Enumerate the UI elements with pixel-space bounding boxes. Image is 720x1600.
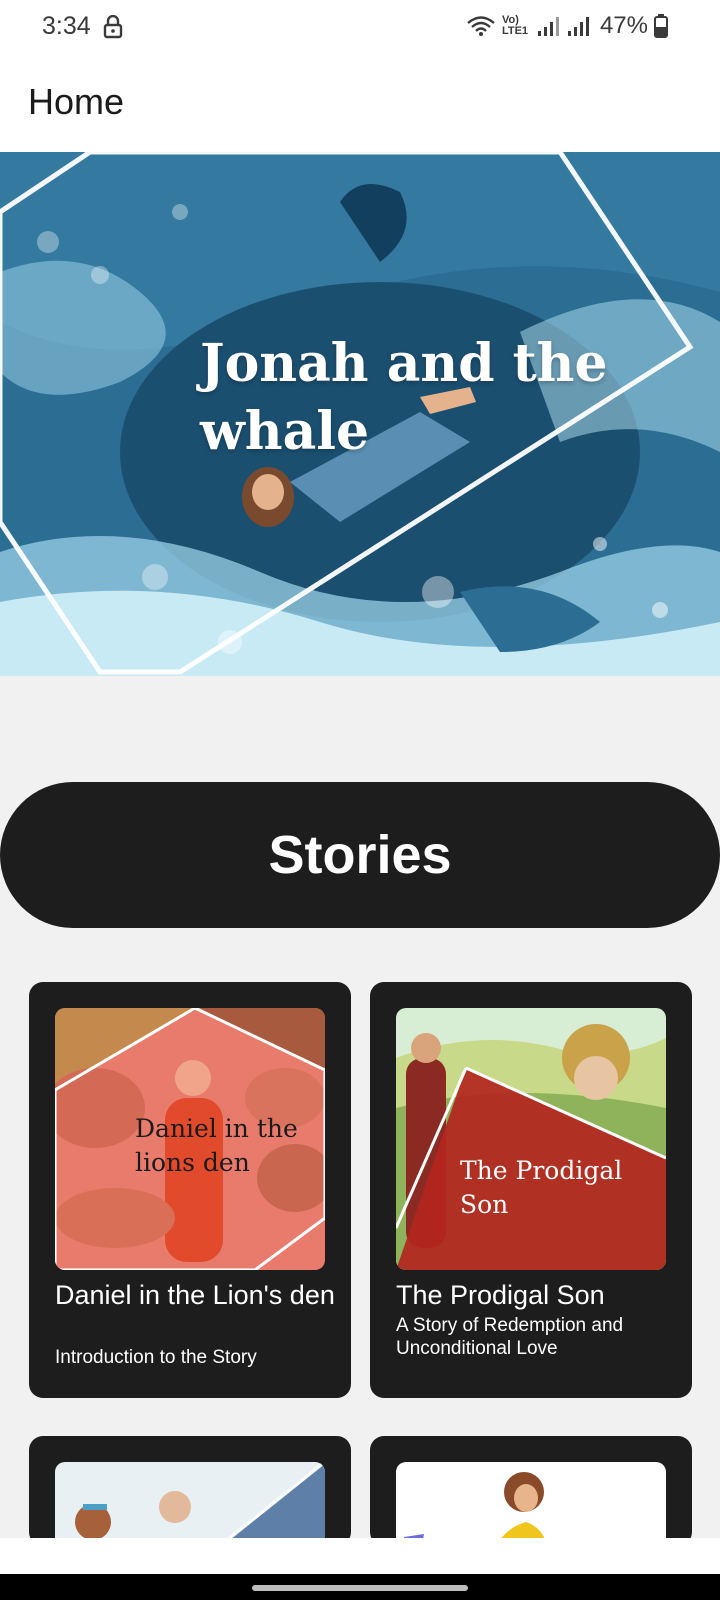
stories-section-header: Stories bbox=[0, 782, 720, 928]
battery-icon bbox=[654, 14, 668, 38]
story-thumbnail: The Prodigal Son bbox=[396, 1008, 666, 1270]
signal-icon bbox=[537, 17, 559, 36]
story-title: The Prodigal Son bbox=[396, 1280, 605, 1310]
stories-section-title: Stories bbox=[268, 825, 452, 885]
page-title: Home bbox=[28, 81, 125, 122]
featured-story-banner[interactable]: Jonah and the whale bbox=[0, 152, 720, 676]
status-bar: 3:34 Vo) LTE1 47% bbox=[0, 0, 720, 56]
story-title: Daniel in the Lion's den bbox=[55, 1280, 335, 1310]
home-gesture-handle[interactable] bbox=[252, 1585, 468, 1591]
signal-icon-2 bbox=[567, 17, 589, 36]
network-type-label: Vo) LTE1 bbox=[501, 14, 529, 37]
status-time: 3:34 bbox=[42, 12, 91, 40]
story-thumbnail: Daniel in the lions den bbox=[55, 1008, 325, 1270]
story-subtitle: Introduction to the Story bbox=[55, 1347, 257, 1368]
story-card-partial-right[interactable] bbox=[370, 1436, 692, 1546]
battery-percent: 47% bbox=[599, 12, 648, 39]
story-thumbnail bbox=[396, 1462, 666, 1546]
thumbnail-caption: The Prodigal Son bbox=[460, 1156, 623, 1219]
story-subtitle: A Story of Redemption and Unconditional … bbox=[396, 1315, 624, 1359]
bottom-area bbox=[0, 1538, 720, 1574]
lock-icon bbox=[103, 15, 123, 39]
story-thumbnail bbox=[55, 1462, 325, 1546]
story-card-daniel[interactable]: Daniel in the lions den Daniel in the Li… bbox=[29, 982, 351, 1398]
prodigal-son-illustration bbox=[396, 1008, 666, 1270]
story-illustration bbox=[55, 1462, 325, 1546]
hero-title: Jonah and the whale bbox=[200, 333, 608, 462]
story-card-prodigal-son[interactable]: The Prodigal Son The Prodigal Son A Stor… bbox=[370, 982, 692, 1398]
story-card-partial-left[interactable] bbox=[29, 1436, 351, 1546]
story-illustration bbox=[396, 1462, 666, 1546]
thumbnail-caption: Daniel in the lions den bbox=[135, 1114, 298, 1177]
wifi-icon bbox=[467, 16, 495, 36]
app-bar: Home bbox=[0, 56, 720, 152]
status-icons: Vo) LTE1 47% bbox=[466, 12, 668, 40]
